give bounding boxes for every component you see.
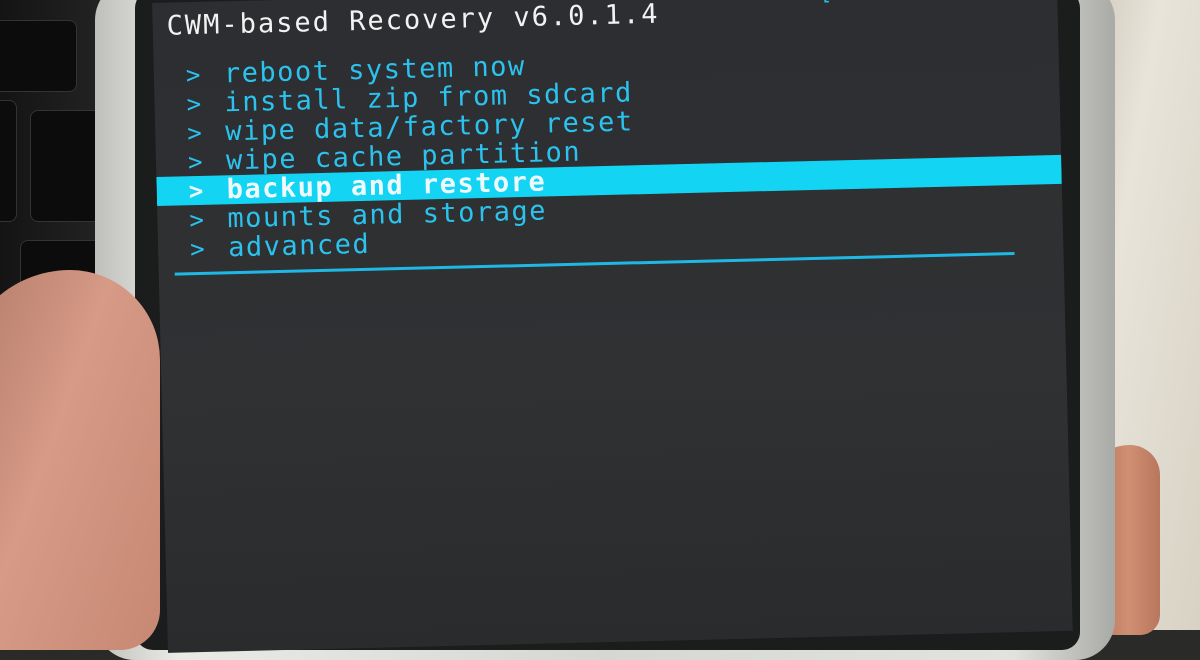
chevron-right-icon: > bbox=[188, 176, 206, 206]
recovery-screen: CWM-based Recovery v6.0.1.4 [...........… bbox=[152, 0, 1073, 653]
keyboard-key bbox=[0, 100, 17, 222]
status-indicator: [..............] bbox=[819, 0, 1031, 6]
chevron-right-icon: > bbox=[187, 147, 205, 177]
recovery-menu: > reboot system now > install zip from sdc… bbox=[154, 39, 1064, 264]
chevron-right-icon: > bbox=[186, 118, 204, 148]
recovery-title: CWM-based Recovery v6.0.1.4 bbox=[166, 0, 660, 42]
keyboard-key bbox=[0, 20, 77, 92]
chevron-right-icon: > bbox=[189, 234, 207, 264]
chevron-right-icon: > bbox=[189, 205, 206, 235]
chevron-right-icon: > bbox=[186, 89, 203, 119]
holding-finger-left bbox=[0, 270, 160, 650]
chevron-right-icon: > bbox=[185, 60, 203, 90]
menu-item-label: advanced bbox=[227, 228, 371, 264]
